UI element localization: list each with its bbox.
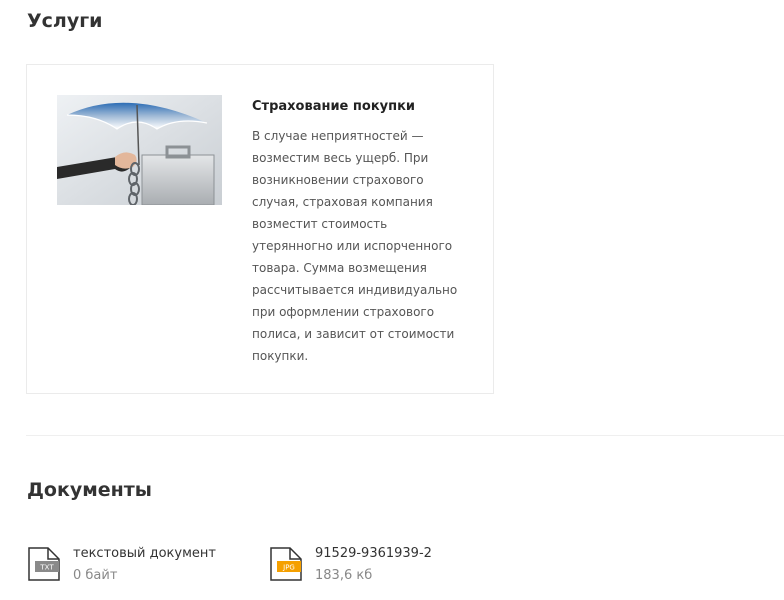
service-description: В случае неприятностей — возместим весь …	[252, 129, 458, 363]
services-title: Услуги	[27, 10, 103, 32]
document-size: 0 байт	[73, 568, 118, 583]
document-item-txt[interactable]: TXT текстовый документ 0 байт	[26, 544, 246, 584]
txt-ext-label: TXT	[39, 564, 54, 572]
service-image	[57, 95, 222, 205]
document-item-jpg[interactable]: JPG 91529-9361939-2 183,6 кб	[268, 544, 468, 584]
section-divider	[26, 435, 784, 436]
page: Услуги Страхование покупки В случае непр…	[0, 0, 784, 600]
txt-file-icon: TXT	[28, 547, 60, 581]
jpg-file-icon: JPG	[270, 547, 302, 581]
documents-title: Документы	[27, 479, 152, 501]
service-card[interactable]: Страхование покупки В случае неприятност…	[26, 64, 494, 394]
document-size: 183,6 кб	[315, 568, 373, 583]
jpg-ext-label: JPG	[282, 564, 295, 572]
document-name[interactable]: текстовый документ	[73, 546, 216, 561]
service-name[interactable]: Страхование покупки	[252, 99, 415, 115]
document-name[interactable]: 91529-9361939-2	[315, 546, 432, 561]
